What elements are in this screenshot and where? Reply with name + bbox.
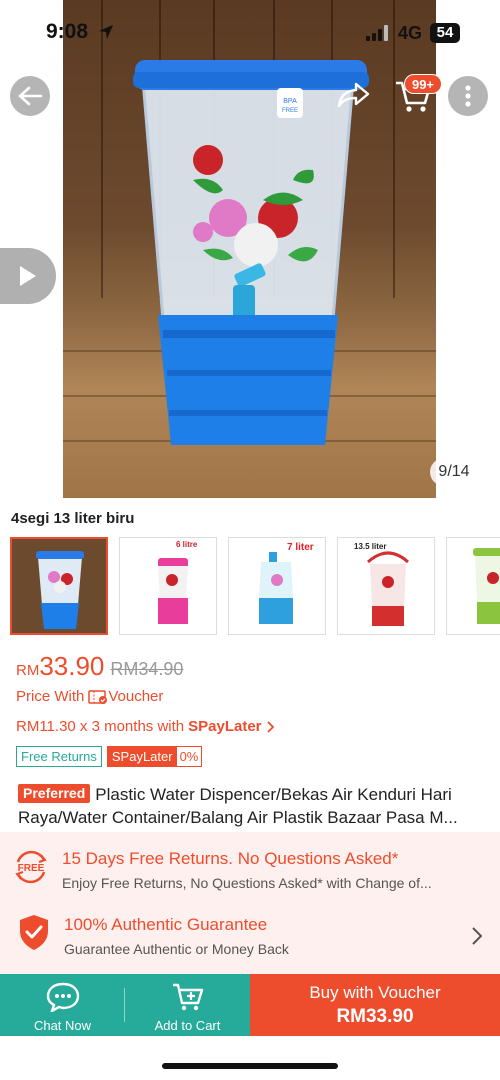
status-bar: 9:08 4G 54	[0, 0, 500, 66]
installment-brand: SPayLater	[188, 718, 262, 735]
thumb-image	[158, 558, 188, 624]
add-to-cart-button[interactable]: Add to Cart	[125, 974, 250, 1036]
selected-variation-name: 4segi 13 liter biru	[11, 510, 135, 527]
svg-text:BPA: BPA	[283, 98, 297, 105]
variation-thumb[interactable]: 7 liter	[228, 537, 326, 635]
water-dispenser-image: BPA FREE	[133, 60, 369, 445]
add-cart-icon-wrap	[125, 982, 250, 1012]
current-price: 33.90	[39, 651, 105, 681]
chevron-right-icon[interactable]	[470, 926, 484, 946]
buy-with-voucher-button[interactable]: Buy with Voucher RM33.90	[250, 974, 500, 1036]
chat-now-label: Chat Now	[33, 1018, 92, 1033]
chat-icon-wrap	[0, 982, 125, 1012]
back-button[interactable]	[10, 76, 50, 116]
voucher-label: Price With	[16, 688, 85, 705]
cart-count-badge: 99+	[404, 74, 442, 94]
guarantee-subtitle: Guarantee Authentic or Money Back	[64, 941, 289, 957]
free-returns-row[interactable]: FREE 15 Days Free Returns. No Questions …	[0, 838, 500, 898]
free-returns-tag: Free Returns	[16, 746, 102, 767]
original-price: RM34.90	[110, 659, 184, 679]
svg-text:FREE: FREE	[282, 108, 298, 114]
more-options-button[interactable]	[448, 76, 488, 116]
product-gallery[interactable]: BPA FREE 9:08 4G 54 99+ 9/14	[0, 0, 500, 500]
thumb-image	[473, 548, 500, 624]
chevron-right-icon	[266, 720, 274, 733]
image-counter: 9/14	[430, 458, 478, 486]
installment-text: RM11.30 x 3 months with	[16, 718, 185, 735]
bottom-action-bar: Chat Now Add to Cart Buy with Voucher RM…	[0, 974, 500, 1036]
buy-price: RM33.90	[336, 1006, 414, 1027]
price-currency: RM	[16, 662, 40, 679]
buy-label: Buy with Voucher	[309, 983, 441, 1002]
product-title-block: Preferred Plastic Water Dispencer/Bekas A…	[18, 783, 488, 829]
battery-icon: 54	[430, 23, 460, 43]
free-returns-icon: FREE	[15, 850, 47, 884]
thumb-image	[12, 539, 106, 633]
thumb-caption: 6 litre	[176, 540, 198, 549]
price-row: RM 33.90 RM34.90	[16, 651, 183, 682]
shield-check-icon	[20, 915, 48, 950]
thumb-caption: 13.5 liter	[354, 542, 387, 551]
variation-thumb[interactable]	[446, 537, 500, 635]
price-with-voucher[interactable]: Price With Voucher	[16, 688, 163, 705]
voucher-ticket-icon	[88, 689, 108, 704]
spaylater-tag: SPayLater 0%	[106, 746, 203, 767]
arrow-left-icon	[18, 86, 43, 106]
spaylater-installment[interactable]: RM11.30 x 3 months with SPayLater	[16, 718, 276, 735]
home-indicator	[162, 1063, 338, 1069]
product-photo[interactable]: BPA FREE	[63, 0, 436, 498]
variation-thumbnails[interactable]: 6 litre 7 liter 13.5 liter	[10, 537, 500, 637]
add-to-cart-label: Add to Cart	[154, 1018, 221, 1033]
guarantee-title: 15 Days Free Returns. No Questions Asked…	[62, 849, 399, 868]
play-video-button[interactable]	[0, 248, 56, 304]
preferred-badge: Preferred	[18, 784, 91, 803]
spaylater-tag-label: SPayLater	[107, 747, 177, 766]
chat-icon	[46, 982, 79, 1012]
variation-thumb[interactable]: 6 litre	[119, 537, 217, 635]
thumb-image	[366, 551, 410, 626]
variation-thumb[interactable]: 13.5 liter	[337, 537, 435, 635]
signal-icon	[366, 25, 388, 41]
more-vertical-icon	[465, 85, 471, 107]
status-time: 9:08	[46, 20, 89, 43]
promo-tags: Free Returns SPayLater 0%	[16, 746, 203, 767]
chat-now-button[interactable]: Chat Now	[0, 974, 125, 1036]
spaylater-tag-rate: 0%	[179, 749, 199, 764]
add-to-cart-icon	[172, 983, 203, 1011]
play-icon	[20, 266, 36, 286]
variation-thumb[interactable]	[10, 537, 108, 635]
guarantee-subtitle: Enjoy Free Returns, No Questions Asked* …	[62, 875, 432, 891]
authentic-guarantee-row[interactable]: 100% Authentic Guarantee Guarantee Authe…	[0, 904, 500, 964]
guarantee-section[interactable]: FREE 15 Days Free Returns. No Questions …	[0, 832, 500, 974]
thumb-caption: 7 liter	[287, 542, 314, 553]
guarantee-title: 100% Authentic Guarantee	[64, 915, 268, 934]
location-arrow-icon	[99, 25, 113, 39]
network-type: 4G	[398, 23, 423, 43]
share-icon[interactable]	[336, 80, 372, 110]
svg-text:FREE: FREE	[18, 863, 45, 874]
voucher-word: Voucher	[108, 688, 164, 705]
